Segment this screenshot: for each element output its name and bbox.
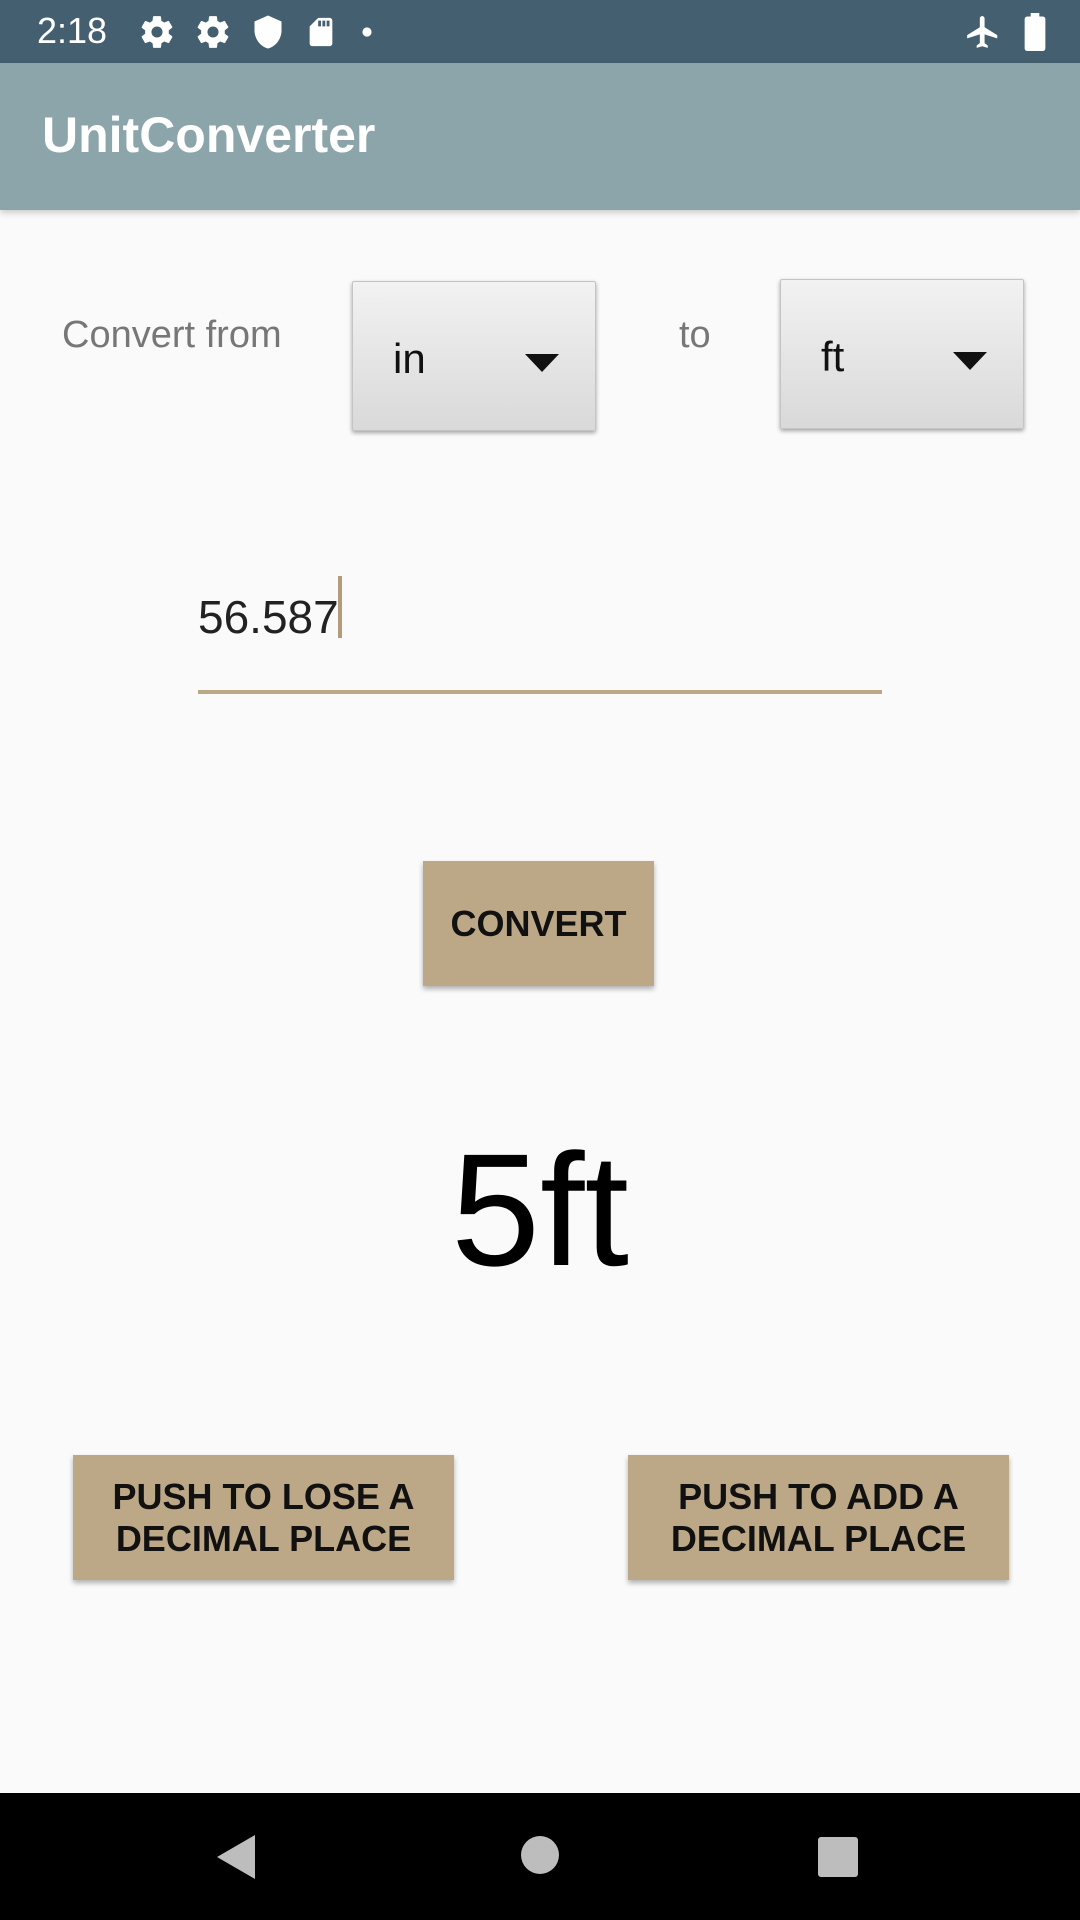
status-bar: 2:18 — [0, 0, 1080, 63]
shield-icon — [254, 15, 282, 49]
lose-decimal-button[interactable]: PUSH TO LOSE A DECIMAL PLACE — [73, 1455, 454, 1580]
gear-icon — [141, 16, 173, 48]
gear-icon — [197, 16, 229, 48]
back-icon[interactable] — [215, 1833, 259, 1881]
to-unit-value: ft — [821, 333, 845, 380]
text-caret — [338, 576, 342, 638]
add-decimal-button[interactable]: PUSH TO ADD A DECIMAL PLACE — [628, 1455, 1009, 1580]
status-icons-right — [964, 12, 1046, 52]
app-title: UnitConverter — [42, 107, 376, 163]
result-text: 5ft — [451, 1120, 629, 1299]
convert-from-label: Convert from — [62, 314, 282, 356]
recents-icon[interactable] — [817, 1836, 859, 1878]
number-input[interactable] — [198, 582, 796, 652]
dropdown-arrow-icon — [953, 352, 987, 370]
status-icons-left — [138, 12, 378, 52]
navigation-bar — [0, 1793, 1080, 1920]
home-icon[interactable] — [520, 1835, 560, 1875]
convert-button[interactable]: CONVERT — [423, 861, 654, 986]
number-input-field[interactable] — [198, 570, 882, 694]
app-bar: UnitConverter — [0, 63, 1080, 210]
battery-icon — [1024, 13, 1046, 51]
from-unit-value: in — [393, 335, 426, 382]
dot-icon — [362, 27, 372, 37]
sd-card-icon — [309, 17, 333, 47]
to-label: to — [679, 314, 711, 356]
to-unit-spinner[interactable]: ft — [780, 279, 1024, 429]
dropdown-arrow-icon — [525, 354, 559, 372]
from-unit-spinner[interactable]: in — [352, 281, 596, 431]
airplane-icon — [967, 16, 998, 48]
status-time: 2:18 — [37, 10, 108, 51]
